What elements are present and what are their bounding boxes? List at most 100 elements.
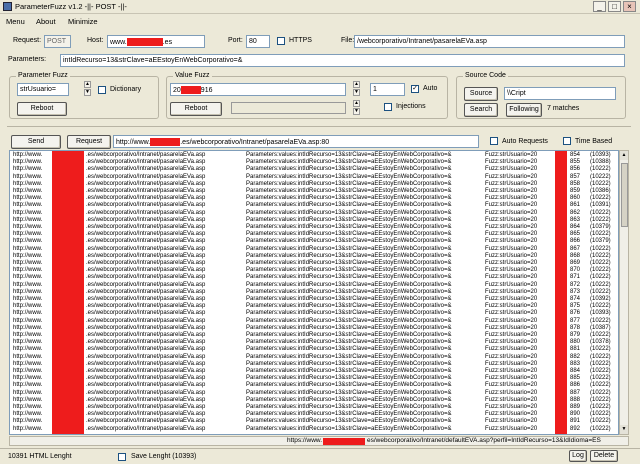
row-fuzz-value: Fuzz:strUsuario=20 — [485, 288, 538, 295]
request-url-field[interactable]: http://www. .es/webcorporativo/Intranet/p… — [113, 135, 479, 148]
result-row[interactable]: http://www. .es/webcorporativo/Intranet/p… — [10, 325, 611, 332]
menu-item-menu[interactable]: Menu — [6, 17, 25, 26]
row-fuzz-value: Fuzz:strUsuario=20 — [485, 296, 538, 302]
result-row[interactable]: http://www. .es/webcorporativo/Intranet/p… — [10, 288, 611, 296]
value-down-icon[interactable]: ▼ — [353, 89, 360, 96]
result-row[interactable]: http://www. .es/webcorporativo/Intranet/p… — [10, 188, 611, 195]
request-button[interactable]: Request — [67, 135, 111, 149]
maximize-icon[interactable]: □ — [608, 1, 621, 12]
result-row[interactable]: http://www. .es/webcorporativo/Intranet/p… — [10, 174, 611, 181]
result-row[interactable]: http://www. .es/webcorporativo/Intranet/p… — [10, 368, 611, 375]
result-row[interactable]: http://www. .es/webcorporativo/Intranet/p… — [10, 310, 611, 317]
param-reboot-button[interactable]: Reboot — [17, 102, 67, 116]
value-fuzz-field[interactable]: 20 916 — [170, 83, 346, 96]
injections-checkbox[interactable] — [384, 103, 392, 111]
result-row[interactable]: http://www. .es/webcorporativo/Intranet/p… — [10, 224, 611, 231]
menu-item-minimize[interactable]: Minimize — [68, 17, 98, 26]
menu-item-about[interactable]: About — [36, 17, 56, 26]
row-parameters: Parameters:values:intIdRecurso=13&strCla… — [246, 375, 452, 382]
dictionary-checkbox[interactable] — [98, 86, 106, 94]
result-row[interactable]: http://www. .es/webcorporativo/Intranet/p… — [10, 260, 611, 267]
value-up-icon[interactable]: ▲ — [353, 81, 360, 88]
scroll-down-icon[interactable]: ▼ — [620, 425, 628, 434]
result-row[interactable]: http://www. .es/webcorporativo/Intranet/p… — [10, 411, 611, 418]
search-button[interactable]: Search — [464, 103, 498, 117]
result-row[interactable]: http://www. .es/webcorporativo/Intranet/p… — [10, 245, 611, 253]
result-row[interactable]: http://www. .es/webcorporativo/Intranet/p… — [10, 210, 611, 217]
result-row[interactable]: http://www. .es/webcorporativo/Intranet/p… — [10, 361, 611, 368]
row-fuzz-id: 860 — [570, 195, 581, 202]
row-length: (10222) — [590, 260, 611, 266]
step-field[interactable]: 1 — [370, 83, 405, 96]
result-row[interactable]: http://www. .es/webcorporativo/Intranet/p… — [10, 425, 611, 433]
result-row[interactable]: http://www. .es/webcorporativo/Intranet/p… — [10, 296, 611, 303]
result-row[interactable]: http://www. .es/webcorporativo/Intranet/p… — [10, 339, 611, 346]
result-row[interactable]: http://www. .es/webcorporativo/Intranet/p… — [10, 202, 611, 209]
scroll-thumb[interactable] — [621, 163, 628, 227]
inject-up-icon[interactable]: ▲ — [353, 100, 360, 107]
auto-label: Auto — [423, 85, 438, 92]
following-button[interactable]: Following — [506, 103, 542, 117]
parameter-select[interactable]: strUsuario= — [17, 83, 69, 96]
row-url-prefix: http://www. — [13, 152, 43, 158]
row-url-prefix: http://www. — [13, 303, 43, 310]
param-down-icon[interactable]: ▼ — [84, 89, 91, 96]
scroll-up-icon[interactable]: ▲ — [620, 151, 628, 160]
results-list[interactable]: http://www. .es/webcorporativo/Intranet/p… — [9, 150, 619, 435]
result-row[interactable]: http://www. .es/webcorporativo/Intranet/p… — [10, 418, 611, 425]
result-row[interactable]: http://www. .es/webcorporativo/Intranet/p… — [10, 274, 611, 281]
result-row[interactable]: http://www. .es/webcorporativo/Intranet/p… — [10, 303, 611, 310]
result-row[interactable]: http://www. .es/webcorporativo/Intranet/p… — [10, 238, 611, 245]
delete-button[interactable]: Delete — [590, 450, 618, 462]
parameters-field[interactable]: intIdRecurso=13&strClave=aEEstoyEnWebCor… — [60, 54, 625, 67]
result-row[interactable]: http://www. .es/webcorporativo/Intranet/p… — [10, 180, 611, 188]
row-fuzz-value: Fuzz:strUsuario=20 — [485, 180, 538, 187]
source-button[interactable]: Source — [464, 87, 498, 101]
result-row[interactable]: http://www. .es/webcorporativo/Intranet/p… — [10, 375, 611, 382]
result-row[interactable]: http://www. .es/webcorporativo/Intranet/p… — [10, 282, 611, 289]
file-field[interactable]: /webcorporativo/Intranet/pasarelaEVa.asp — [354, 35, 625, 48]
row-length: (10391) — [590, 202, 611, 209]
auto-checkbox[interactable]: ✓ — [411, 85, 419, 93]
result-row[interactable]: http://www. .es/webcorporativo/Intranet/p… — [10, 159, 611, 166]
time-based-label: Time Based — [575, 138, 613, 145]
row-url-prefix: http://www. — [13, 404, 43, 410]
result-row[interactable]: http://www. .es/webcorporativo/Intranet/p… — [10, 231, 611, 238]
result-row[interactable]: http://www. .es/webcorporativo/Intranet/p… — [10, 397, 611, 404]
port-field[interactable]: 80 — [246, 35, 270, 48]
port-label: Port: — [228, 37, 243, 44]
host-field[interactable]: www. .es — [107, 35, 205, 48]
row-length: (10222) — [590, 368, 611, 374]
row-fuzz-id: 892 — [570, 425, 581, 432]
source-search-field[interactable]: \\Cript — [504, 87, 616, 100]
result-row[interactable]: http://www. .es/webcorporativo/Intranet/p… — [10, 217, 611, 224]
result-row[interactable]: http://www. .es/webcorporativo/Intranet/p… — [10, 166, 611, 173]
result-row[interactable]: http://www. .es/webcorporativo/Intranet/p… — [10, 382, 611, 389]
row-length: (10222) — [590, 245, 611, 252]
method-field[interactable]: POST — [44, 35, 71, 48]
results-scrollbar[interactable]: ▲ ▼ — [619, 150, 629, 435]
result-row[interactable]: http://www. .es/webcorporativo/Intranet/p… — [10, 332, 611, 339]
value-reboot-button[interactable]: Reboot — [170, 102, 222, 116]
auto-requests-checkbox[interactable] — [490, 137, 498, 145]
inject-down-icon[interactable]: ▼ — [353, 108, 360, 115]
param-up-icon[interactable]: ▲ — [84, 81, 91, 88]
minimize-icon[interactable]: _ — [593, 1, 606, 12]
response-url-prefix: https://www. — [287, 437, 323, 444]
result-row[interactable]: http://www. .es/webcorporativo/Intranet/p… — [10, 267, 611, 274]
result-row[interactable]: http://www. .es/webcorporativo/Intranet/p… — [10, 346, 611, 353]
result-row[interactable]: http://www. .es/webcorporativo/Intranet/p… — [10, 195, 611, 202]
send-button[interactable]: Send — [11, 135, 61, 149]
result-row[interactable]: http://www. .es/webcorporativo/Intranet/p… — [10, 354, 611, 361]
close-icon[interactable]: × — [623, 1, 636, 12]
result-row[interactable]: http://www. .es/webcorporativo/Intranet/p… — [10, 152, 611, 159]
response-url-bar[interactable]: https://www. es/webcorporativo/Intranet/… — [9, 436, 629, 446]
save-length-checkbox[interactable] — [118, 453, 126, 461]
result-row[interactable]: http://www. .es/webcorporativo/Intranet/p… — [10, 318, 611, 325]
result-row[interactable]: http://www. .es/webcorporativo/Intranet/p… — [10, 390, 611, 397]
result-row[interactable]: http://www. .es/webcorporativo/Intranet/p… — [10, 253, 611, 260]
log-button[interactable]: Log — [569, 450, 587, 462]
https-checkbox[interactable] — [277, 37, 285, 45]
result-row[interactable]: http://www. .es/webcorporativo/Intranet/p… — [10, 404, 611, 411]
time-based-checkbox[interactable] — [563, 137, 571, 145]
